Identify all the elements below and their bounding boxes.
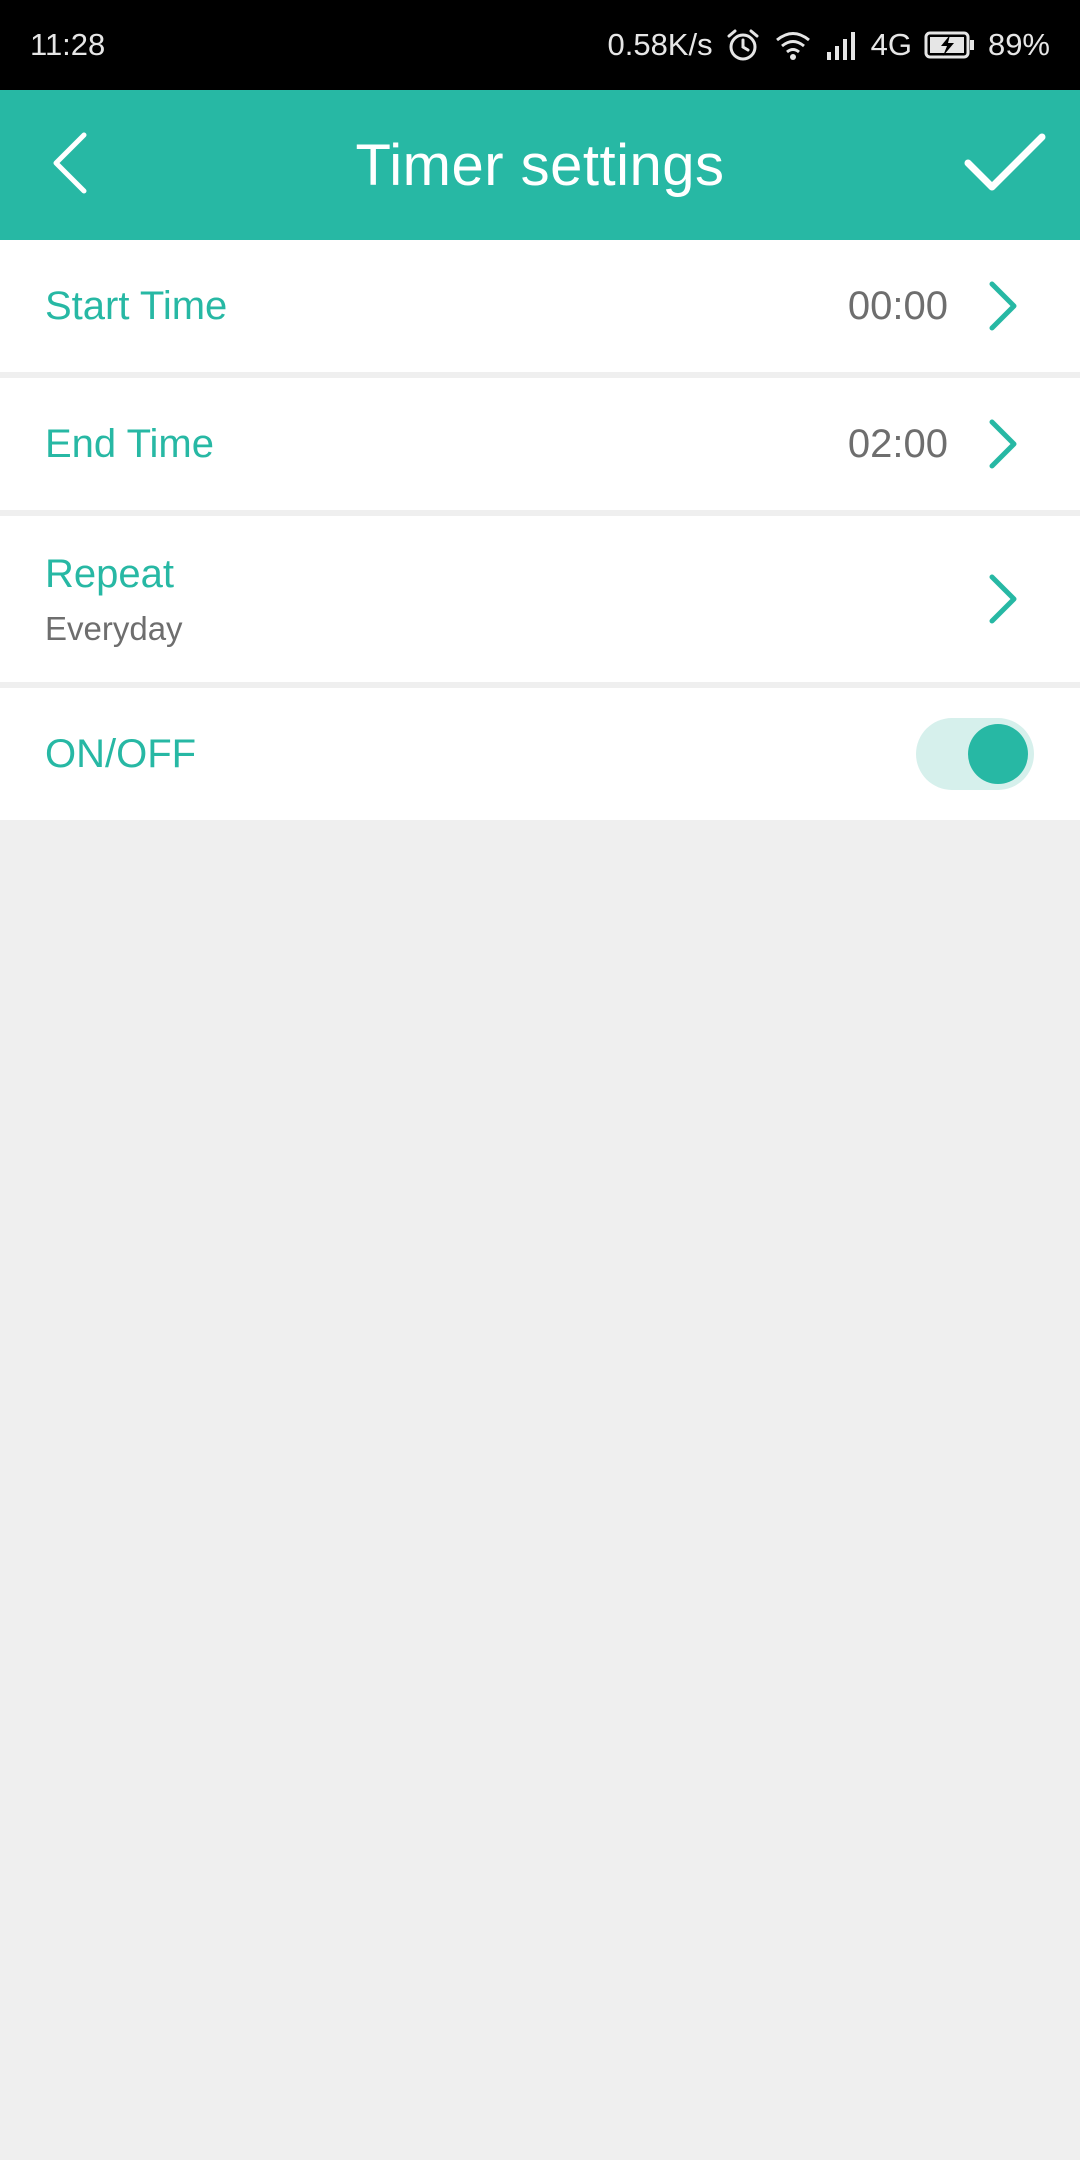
on-off-label: ON/OFF xyxy=(45,732,197,776)
repeat-label: Repeat xyxy=(45,552,174,596)
net-speed: 0.58K/s xyxy=(607,27,713,62)
start-time-label: Start Time xyxy=(45,284,228,328)
wifi-icon xyxy=(773,29,813,61)
repeat-row[interactable]: Repeat Everyday xyxy=(0,516,1080,682)
confirm-button[interactable] xyxy=(955,120,1055,210)
battery-level: 89% xyxy=(987,27,1050,62)
start-time-value: 00:00 xyxy=(847,284,948,328)
app-bar: Timer settings xyxy=(0,90,1080,240)
toggle-knob xyxy=(968,724,1028,784)
alarm-icon xyxy=(725,27,761,63)
on-off-row: ON/OFF xyxy=(0,688,1080,820)
chevron-right-icon xyxy=(982,571,1022,627)
checkmark-icon xyxy=(964,133,1046,198)
status-time: 11:28 xyxy=(30,27,106,62)
chevron-right-icon xyxy=(982,278,1022,334)
status-icons: 0.58K/s 4G 89% xyxy=(607,27,1050,63)
end-time-row[interactable]: End Time 02:00 xyxy=(0,378,1080,510)
back-chevron-icon xyxy=(48,131,92,200)
back-button[interactable] xyxy=(30,125,110,205)
start-time-row[interactable]: Start Time 00:00 xyxy=(0,240,1080,372)
chevron-right-icon xyxy=(982,416,1022,472)
status-bar: 11:28 0.58K/s 4G 89% xyxy=(0,0,1080,90)
end-time-value: 02:00 xyxy=(847,422,948,466)
on-off-toggle[interactable] xyxy=(916,718,1034,790)
battery-charging-icon xyxy=(924,30,976,60)
repeat-value: Everyday xyxy=(45,610,183,647)
end-time-label: End Time xyxy=(45,422,214,466)
network-type: 4G xyxy=(870,27,912,62)
signal-icon xyxy=(825,30,859,60)
page-title: Timer settings xyxy=(355,132,725,198)
